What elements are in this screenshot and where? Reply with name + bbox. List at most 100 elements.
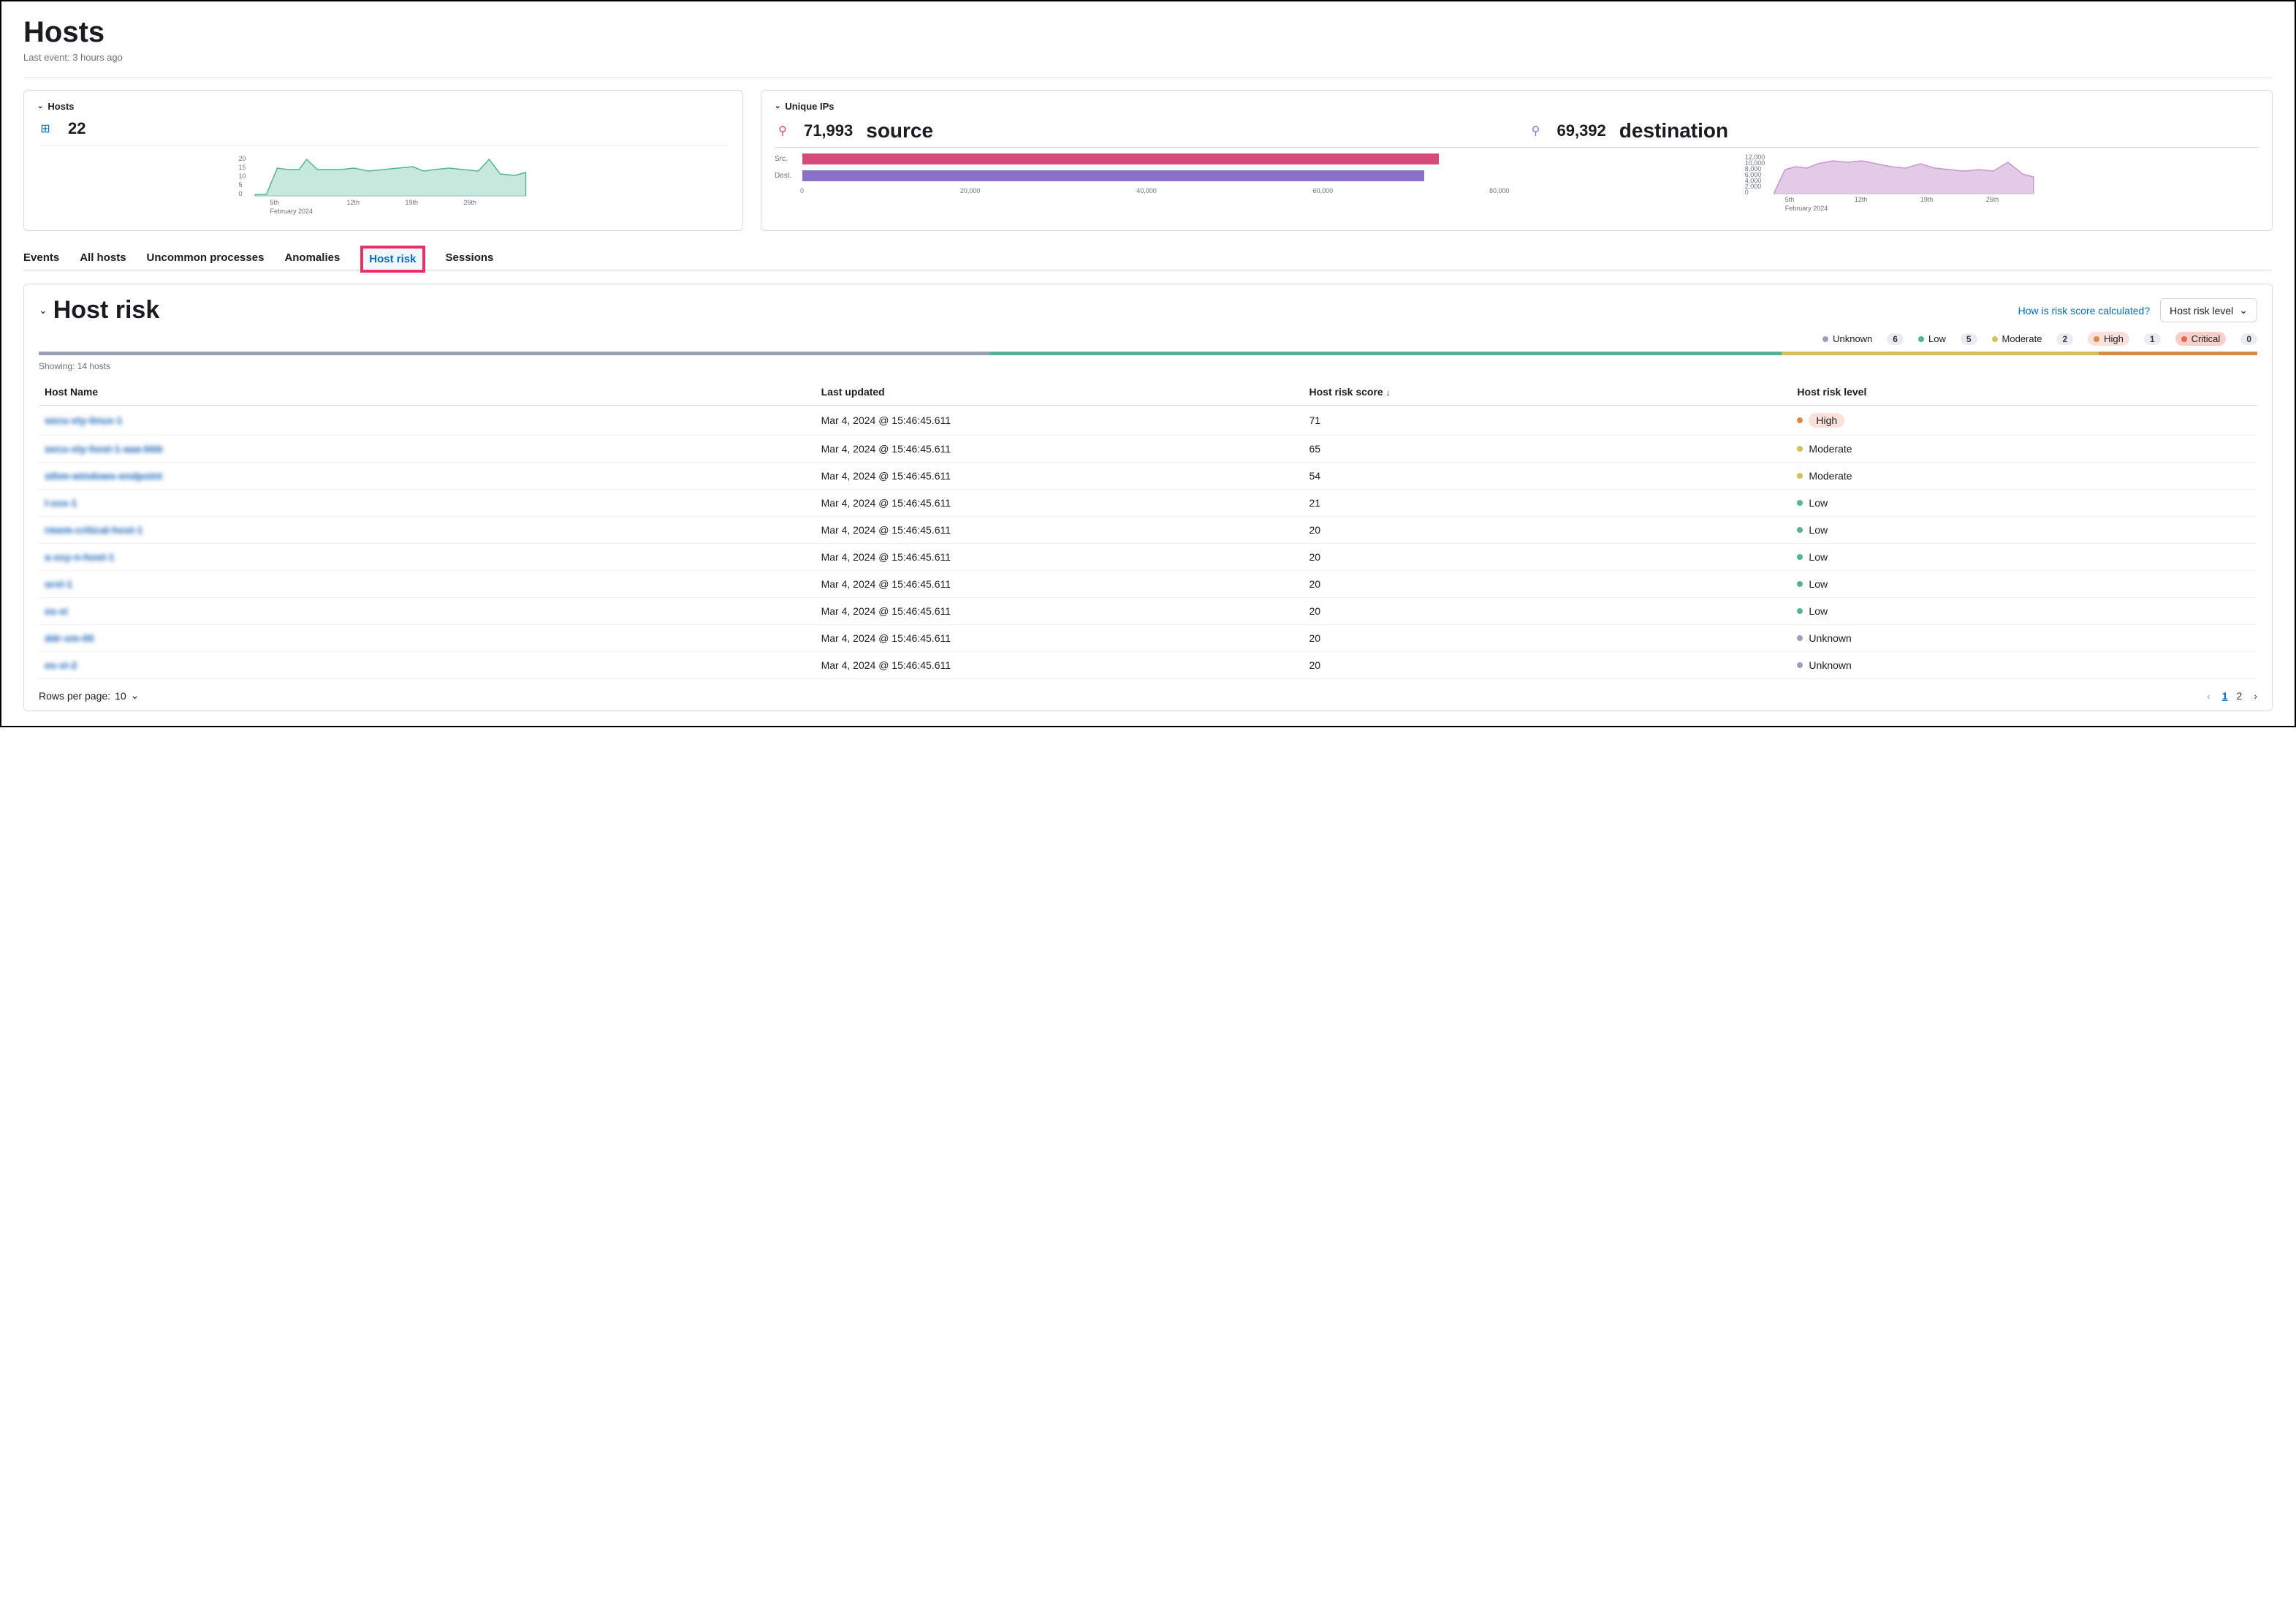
legend-moderate[interactable]: Moderate [1992, 333, 2042, 344]
tab-sessions[interactable]: Sessions [446, 246, 494, 270]
svg-text:10: 10 [238, 173, 246, 180]
risk-distribution-bar [39, 352, 2257, 355]
host-risk-section: ⌄ Host risk How is risk score calculated… [23, 284, 2273, 711]
legend-count: 1 [2144, 333, 2161, 345]
high-dot-icon [2094, 336, 2099, 342]
risk-legend: Unknown6Low5Moderate2High1Critical0 [39, 332, 2257, 346]
page-2[interactable]: 2 [2232, 687, 2247, 705]
tabs: Events All hosts Uncommon processes Anomali… [23, 246, 2273, 270]
last-updated-cell: Mar 4, 2024 @ 15:46:45.611 [816, 436, 1304, 463]
last-updated-cell: Mar 4, 2024 @ 15:46:45.611 [816, 625, 1304, 652]
unique-ips-title: Unique IPs [785, 101, 834, 112]
sort-desc-icon: ↓ [1386, 389, 1391, 398]
chevron-down-icon: ⌄ [131, 689, 140, 702]
chevron-down-icon: ⌄ [2239, 304, 2248, 316]
tab-uncommon-processes[interactable]: Uncommon processes [147, 246, 265, 270]
host-link[interactable]: l-xxx-1 [45, 497, 77, 509]
risk-dot-icon [1797, 662, 1803, 668]
legend-low[interactable]: Low [1918, 333, 1946, 344]
svg-text:19th: 19th [405, 199, 418, 206]
risk-dot-icon [1797, 446, 1803, 452]
last-event-label: Last event: 3 hours ago [23, 52, 2273, 63]
tab-all-hosts[interactable]: All hosts [80, 246, 126, 270]
risk-level-cell: Unknown [1791, 652, 2257, 679]
source-count: 71,993 [804, 121, 853, 140]
host-risk-table: Host Name Last updated Host risk score ↓… [39, 379, 2257, 679]
risk-dot-icon [1797, 608, 1803, 614]
host-link[interactable]: es-xi [45, 605, 68, 617]
col-last-updated[interactable]: Last updated [816, 379, 1304, 406]
legend-high[interactable]: High [2088, 332, 2129, 346]
hosts-count: 22 [68, 119, 85, 138]
last-updated-cell: Mar 4, 2024 @ 15:46:45.611 [816, 463, 1304, 490]
rows-per-page[interactable]: Rows per page: 10 ⌄ [39, 689, 139, 702]
header-divider [23, 77, 2273, 78]
legend-unknown[interactable]: Unknown [1822, 333, 1872, 344]
risk-score-cell: 20 [1304, 652, 1792, 679]
unique-ips-card: ⌄ Unique IPs ⚲ 71,993 source ⚲ 69,392 de… [761, 90, 2273, 231]
table-row: es-xiMar 4, 2024 @ 15:46:45.61120Low [39, 598, 2257, 625]
legend-critical[interactable]: Critical [2175, 332, 2227, 346]
risk-level-cell: High [1791, 406, 2257, 436]
svg-text:26th: 26th [463, 199, 476, 206]
col-risk-level[interactable]: Host risk level [1791, 379, 2257, 406]
host-link[interactable]: es-xi-2 [45, 659, 77, 671]
risk-score-cell: 20 [1304, 517, 1792, 544]
svg-text:0: 0 [1745, 189, 1749, 196]
stats-row: ⌄ Hosts ⊞ 22 20 15 10 5 0 5th 12th 19th … [23, 90, 2273, 231]
showing-count: Showing: 14 hosts [39, 361, 2257, 371]
risk-dot-icon [1797, 417, 1803, 423]
svg-text:5th: 5th [270, 199, 279, 206]
host-link[interactable]: orxl-1 [45, 578, 72, 590]
host-link[interactable]: ddr-xm-00 [45, 632, 94, 644]
risk-level-cell: Low [1791, 598, 2257, 625]
next-page[interactable]: › [2254, 690, 2257, 702]
destination-count: 69,392 [1556, 121, 1605, 140]
col-risk-score[interactable]: Host risk score ↓ [1304, 379, 1792, 406]
hosts-area-chart: 20 15 10 5 0 5th 12th 19th 26th February… [37, 153, 729, 219]
table-row: ddr-xm-00 Mar 4, 2024 @ 15:46:45.61120Unk… [39, 625, 2257, 652]
low-dot-icon [1918, 336, 1924, 342]
risk-score-cell: 20 [1304, 544, 1792, 571]
prev-page[interactable]: ‹ [2207, 690, 2211, 702]
host-link[interactable]: sthm-windows-endpoint [45, 470, 162, 482]
svg-text:February 2024: February 2024 [270, 208, 313, 215]
table-row: l-xxx-1Mar 4, 2024 @ 15:46:45.61121Low [39, 490, 2257, 517]
tab-host-risk[interactable]: Host risk [360, 246, 425, 273]
help-link[interactable]: How is risk score calculated? [2018, 305, 2151, 316]
risk-level-cell: Low [1791, 490, 2257, 517]
host-link[interactable]: rmem-critical-host-1 [45, 524, 143, 536]
section-title: Host risk [53, 296, 160, 325]
svg-text:20: 20 [238, 155, 246, 162]
last-updated-cell: Mar 4, 2024 @ 15:46:45.611 [816, 406, 1304, 436]
collapse-icon[interactable]: ⌄ [39, 304, 47, 316]
last-updated-cell: Mar 4, 2024 @ 15:46:45.611 [816, 490, 1304, 517]
col-host-name[interactable]: Host Name [39, 379, 816, 406]
risk-score-cell: 54 [1304, 463, 1792, 490]
table-row: secu-xty-linux-1 Mar 4, 2024 @ 15:46:45.6… [39, 406, 2257, 436]
host-link[interactable]: secu-xty-linux-1 [45, 414, 123, 426]
risk-level-cell: Unknown [1791, 625, 2257, 652]
critical-dot-icon [2181, 336, 2187, 342]
hosts-card: ⌄ Hosts ⊞ 22 20 15 10 5 0 5th 12th 19th … [23, 90, 743, 231]
collapse-icon[interactable]: ⌄ [37, 102, 43, 110]
tab-events[interactable]: Events [23, 246, 59, 270]
collapse-icon[interactable]: ⌄ [775, 102, 780, 110]
risk-dot-icon [1797, 527, 1803, 533]
risk-score-cell: 20 [1304, 625, 1792, 652]
hosts-card-title: Hosts [47, 101, 74, 112]
ip-bar-chart: Src. Dest. 0 20,000 40,000 60,000 80,000 [775, 153, 1510, 216]
risk-score-cell: 65 [1304, 436, 1792, 463]
moderate-dot-icon [1992, 336, 1998, 342]
host-link[interactable]: secu-xty-host-1-aaa-bbb [45, 443, 163, 455]
legend-count: 0 [2240, 333, 2257, 345]
host-link[interactable]: a-xxy-n-host-1 [45, 551, 115, 563]
risk-level-cell: Low [1791, 544, 2257, 571]
svg-text:15: 15 [238, 164, 246, 171]
table-row: rmem-critical-host-1Mar 4, 2024 @ 15:46:… [39, 517, 2257, 544]
tab-anomalies[interactable]: Anomalies [284, 246, 340, 270]
svg-text:5: 5 [238, 181, 242, 189]
risk-level-dropdown[interactable]: Host risk level ⌄ [2160, 298, 2257, 322]
page-1[interactable]: 1 [2218, 687, 2232, 705]
destination-label: destination [1619, 119, 1728, 143]
